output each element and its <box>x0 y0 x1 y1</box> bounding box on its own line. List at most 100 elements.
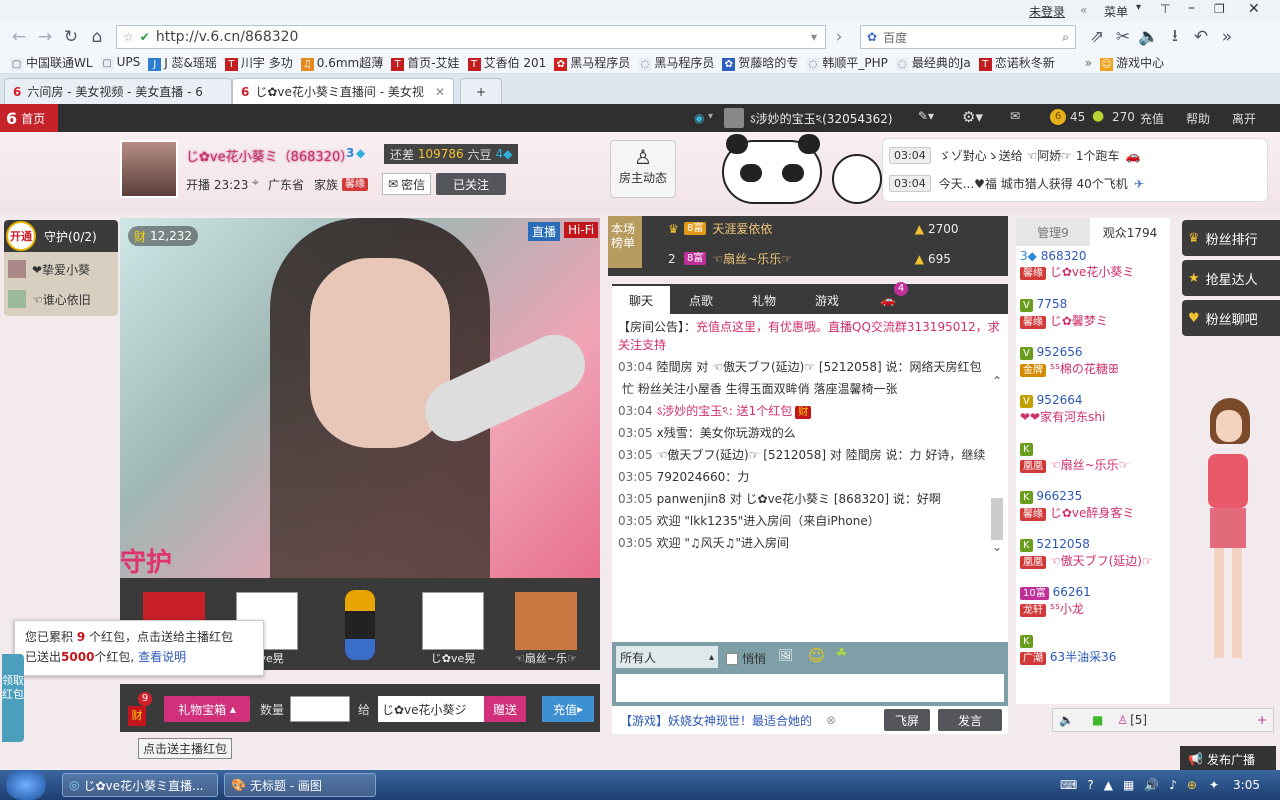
chat-scrollbar[interactable]: ⌃ ⌄ <box>990 374 1004 574</box>
red-packet-icon[interactable]: 财 <box>128 706 146 726</box>
tab-admins[interactable]: 管理9 <box>1016 218 1090 246</box>
bookmark-item[interactable]: ♫ 0.6mm超薄 <box>300 54 383 71</box>
recharge-button[interactable]: 充值 ▸ <box>542 696 594 722</box>
not-logged-in-link[interactable]: 未登录 <box>1029 3 1065 20</box>
more-icon[interactable]: » <box>1214 24 1240 50</box>
help-icon[interactable]: ? <box>1087 778 1093 792</box>
family-tag[interactable]: 馨缘 <box>342 178 368 191</box>
network-icon[interactable]: ▦ <box>1123 778 1134 792</box>
list-item[interactable]: K 5212058 凰凰 ☜傲天ブフ(延边)☞ <box>1016 534 1170 582</box>
home-button[interactable]: 6 首页 <box>0 104 58 132</box>
tab-chat[interactable]: 聊天 <box>612 286 670 314</box>
whisper-toggle[interactable]: 悄悄 <box>726 650 766 667</box>
private-message-button[interactable]: ✉ 密信 <box>382 173 432 195</box>
speaker-icon[interactable]: ♪ <box>1169 778 1177 792</box>
send-gift-button[interactable]: 赠送 <box>484 696 526 722</box>
whisper-checkbox[interactable] <box>726 652 738 665</box>
fly-screen-button[interactable]: 飞屏 <box>884 709 930 731</box>
bookmark-item[interactable]: T 川宇 多功 <box>224 54 293 71</box>
list-item[interactable]: V 952656 金牌 ᔆᔆ棉の花糖ꕥ <box>1016 342 1170 390</box>
share-icon[interactable]: ⇗ <box>1084 24 1110 50</box>
mail-icon[interactable]: ✉ <box>1010 109 1020 123</box>
tab-car[interactable]: 🚗 4 <box>858 282 918 314</box>
volume-icon[interactable]: 🔈 <box>1136 24 1162 50</box>
url-text[interactable]: http://v.6.cn/868320 <box>156 29 299 45</box>
guard-seat[interactable]: じ✿ve晃 <box>407 584 499 665</box>
anchor-avatar[interactable] <box>120 140 178 198</box>
gift-treasure-button[interactable]: 礼物宝箱 ▴ <box>164 696 250 722</box>
emoji-icon[interactable]: ☺ <box>808 646 825 665</box>
quantity-input[interactable] <box>290 696 350 722</box>
user-name[interactable]: ऽ涉妙的宝玉ঽ(32054362) <box>750 110 893 131</box>
menu-button[interactable]: 菜单 <box>1104 3 1128 20</box>
back-icon[interactable]: ← <box>6 24 32 50</box>
help-link[interactable]: 帮助 <box>1186 110 1210 127</box>
guard-member[interactable]: ☜谁心依旧 <box>8 290 116 308</box>
list-item[interactable]: K 广潮 63半油采36 <box>1016 630 1170 678</box>
tab-viewers[interactable]: 观众1794 <box>1090 218 1170 246</box>
bookmark-game-center[interactable]: ☺ 游戏中心 <box>1100 54 1164 71</box>
fan-chat-button[interactable]: ♥ 粉丝聊吧 <box>1182 300 1280 336</box>
volume-icon[interactable]: 🔊 <box>1144 778 1159 792</box>
tab-gift[interactable]: 礼物 <box>732 286 796 314</box>
scroll-up-icon[interactable]: ⌃ <box>990 374 1004 388</box>
keyboard-icon[interactable]: ⌨ <box>1060 778 1077 792</box>
bookmark-item[interactable]: ✿ 贺藤晗的专 <box>722 54 798 71</box>
paw-icon[interactable]: ✿ <box>867 30 877 44</box>
open-guard-button[interactable]: 开通 <box>6 221 36 251</box>
pin-icon[interactable]: ⊤ <box>1160 2 1170 16</box>
address-bar[interactable]: ☆ ✔ http://v.6.cn/868320 ▾ <box>116 25 826 49</box>
search-box[interactable]: ✿ 百度 ⌕ <box>860 25 1076 49</box>
close-tab-icon[interactable]: ✕ <box>435 85 445 99</box>
dropdown-icon[interactable]: ▾ <box>708 111 713 122</box>
bookmark-item[interactable]: ◌ 韩顺平_PHP <box>806 54 888 71</box>
tray-expand-icon[interactable]: ▲ <box>1104 778 1113 792</box>
bookmark-item[interactable]: ◌ 黑马程序员 <box>638 54 714 71</box>
volume-icon[interactable]: 🔈 <box>1059 713 1074 727</box>
target-select[interactable]: 所有人 ▴ <box>616 646 718 668</box>
hifi-badge[interactable]: Hi-Fi <box>564 222 599 238</box>
menu-dropdown-icon[interactable]: ▾ <box>1136 2 1141 13</box>
download-icon[interactable]: ⭳ <box>1162 24 1188 50</box>
close-window-icon[interactable]: ✕ <box>1248 1 1260 17</box>
game-notice[interactable]: 【游戏】妖娆女神现世！最适合她的 <box>620 712 820 729</box>
video-player[interactable]: 财 12,232 直播 Hi-Fi 守护 <box>120 218 600 578</box>
star-grab-button[interactable]: ★ 抢星达人 <box>1182 260 1280 296</box>
clock[interactable]: 3:05 <box>1233 778 1260 792</box>
bookmark-item[interactable]: T 首页-艾娃 <box>391 54 460 71</box>
guard-seat[interactable]: ☜扇丝~乐☞ <box>500 584 592 665</box>
tab-liujianfang[interactable]: 6 六间房 - 美女视频 - 美女直播 - 6 <box>4 78 232 104</box>
bookmark-item[interactable]: ▢ 中国联通WL <box>10 54 93 71</box>
guard-seat[interactable] <box>314 584 406 664</box>
tab-game[interactable]: 游戏 <box>796 286 858 314</box>
forward-icon[interactable]: → <box>32 24 58 50</box>
settings-gear-icon[interactable]: ⚙▾ <box>962 108 983 126</box>
new-tab-button[interactable]: + <box>460 78 502 104</box>
minimize-icon[interactable]: – <box>1188 0 1195 16</box>
send-message-button[interactable]: 发言 <box>938 709 1002 731</box>
tab-live-room[interactable]: 6 じ✿ve花小葵ミ直播间 - 美女视 ✕ <box>232 78 454 104</box>
bookmark-item[interactable]: ◌ 最经典的Ja <box>895 54 971 71</box>
cut-icon[interactable]: ✂ <box>1110 24 1136 50</box>
start-button[interactable] <box>6 770 46 800</box>
claim-red-packet-tab[interactable]: 领取红包 <box>2 654 24 742</box>
bookmark-item[interactable]: T 恋诺秋冬新 <box>978 54 1055 71</box>
address-dropdown-icon[interactable]: ▾ <box>811 30 817 44</box>
reload-icon[interactable]: ↻ <box>58 24 84 50</box>
image-icon[interactable]: 🖼 <box>778 648 793 662</box>
tab-song[interactable]: 点歌 <box>670 286 732 314</box>
ranking-row[interactable]: 2 8富 ☜扇丝~乐乐☞ ▲ 695 <box>668 250 968 267</box>
restore-icon[interactable]: ❐ <box>1214 2 1225 16</box>
ranking-row[interactable]: ♛ 8富 天涯爱依依 ▲ 2700 <box>668 220 968 237</box>
followed-button[interactable]: 已关注 <box>436 173 506 195</box>
publish-broadcast-button[interactable]: 📢 发布广播 <box>1180 746 1276 772</box>
security-icon[interactable]: ✦ <box>1209 778 1219 792</box>
edit-icon[interactable]: ✎▾ <box>918 109 934 123</box>
close-notice-icon[interactable]: ⊗ <box>826 713 836 727</box>
sticker-icon[interactable]: ☘ <box>836 646 847 660</box>
user-avatar[interactable] <box>724 108 744 128</box>
list-item[interactable]: 10富 66261 龙轩 ᔆᔆ小龙 <box>1016 582 1170 630</box>
add-icon[interactable]: + <box>1257 713 1267 727</box>
host-dynamics-button[interactable]: ♙ 房主动态 <box>610 140 676 198</box>
address-go-icon[interactable]: › <box>826 24 852 50</box>
